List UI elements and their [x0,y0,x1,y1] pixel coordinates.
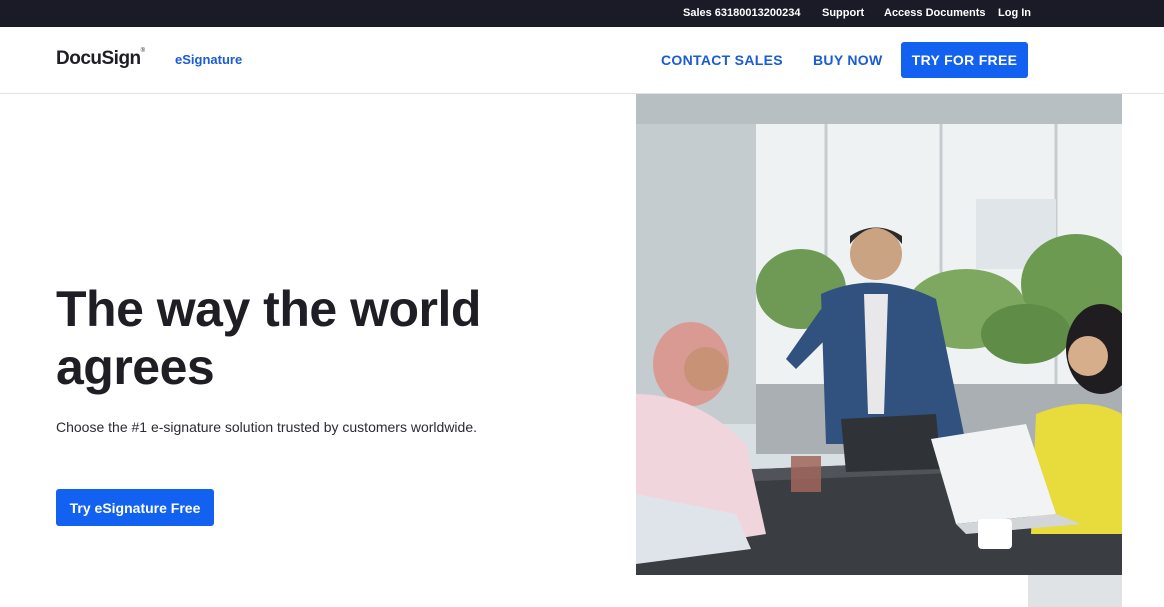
product-esignature-link[interactable]: eSignature [175,52,242,67]
login-link[interactable]: Log In [998,7,1031,19]
photo-shadow-strip [1028,575,1122,607]
hero-subtitle: Choose the #1 e-signature solution trust… [56,419,477,435]
trademark-mark: ® [140,48,145,54]
try-esignature-free-button[interactable]: Try eSignature Free [56,489,214,526]
main-nav: DocuSign® eSignature CONTACT SALES BUY N… [0,27,1164,94]
contact-sales-link[interactable]: CONTACT SALES [661,52,783,68]
docusign-logo[interactable]: DocuSign® [56,48,145,70]
support-link[interactable]: Support [822,7,864,19]
logo-text: DocuSign [56,48,141,69]
utility-bar: Sales 63180013200234 Support Access Docu… [0,0,1164,27]
hero-title: The way the world agrees [56,281,481,395]
buy-now-link[interactable]: BUY NOW [813,52,883,68]
try-for-free-button[interactable]: TRY FOR FREE [901,42,1028,78]
access-documents-link[interactable]: Access Documents [884,7,986,19]
meeting-photo-illustration [636,94,1122,575]
sales-phone-link[interactable]: Sales 63180013200234 [683,7,800,19]
hero-photo [636,94,1122,575]
